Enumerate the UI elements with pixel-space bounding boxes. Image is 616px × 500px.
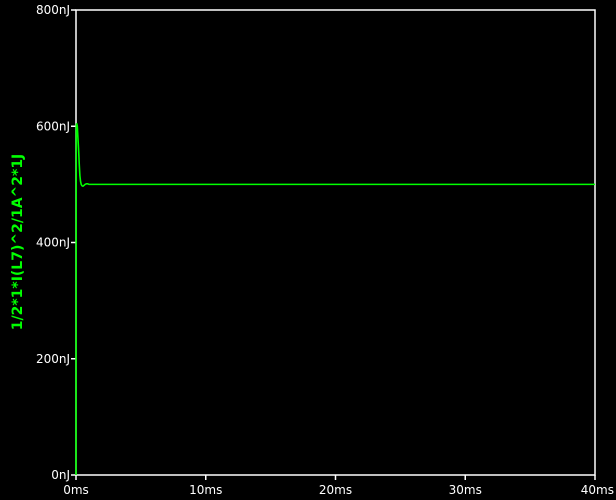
y-tick-label: 600nJ — [36, 119, 70, 133]
energy-chart: 0nJ 200nJ 400nJ 600nJ 800nJ 0ms 10ms 20ms 30ms 4… — [0, 0, 616, 500]
y-tick-label: 400nJ — [36, 236, 70, 250]
y-tick-label: 800nJ — [36, 3, 70, 17]
y-tick-label: 0nJ — [51, 468, 70, 482]
chart-background — [0, 0, 616, 500]
x-tick-label: 10ms — [189, 483, 222, 497]
x-tick-label: 30ms — [449, 483, 482, 497]
x-tick-label: 0ms — [63, 483, 89, 497]
y-axis-label: 1/2*1*I(L7)^2/1A^2*1J — [10, 154, 26, 331]
x-tick-label: 20ms — [319, 483, 352, 497]
y-tick-label: 200nJ — [36, 352, 70, 366]
x-tick-label: 40ms — [581, 483, 614, 497]
